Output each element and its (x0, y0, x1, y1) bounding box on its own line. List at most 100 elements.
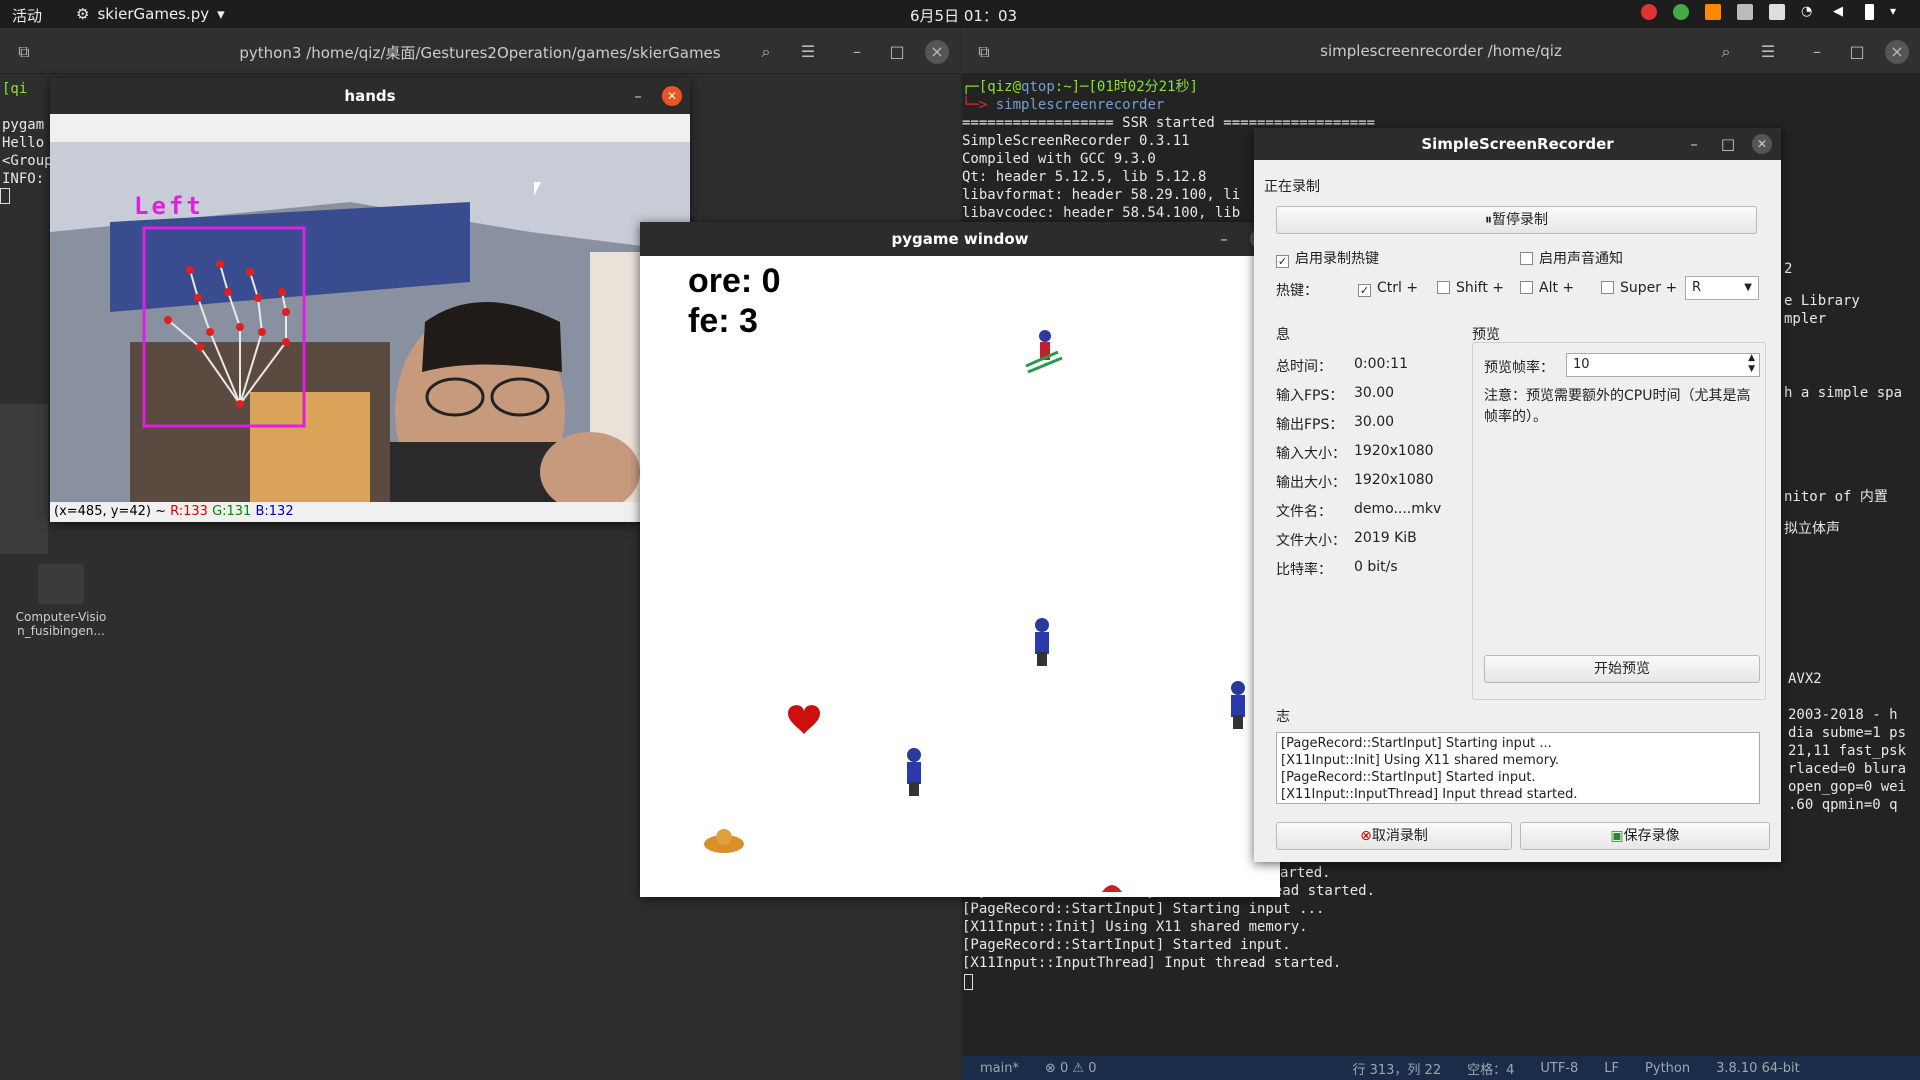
clock[interactable]: 6月5日 01：03 (910, 5, 1017, 26)
terminal-cursor (0, 188, 10, 204)
terminal-line: Qt: header 5.12.5, lib 5.12.8 (962, 169, 1207, 185)
stat-value: 30.00 (1354, 414, 1395, 430)
stat-value: 2019 KiB (1354, 530, 1417, 546)
interpreter-label[interactable]: 3.8.10 64-bit (1716, 1061, 1800, 1076)
terminal-line: arted. (1280, 865, 1331, 881)
super-checkbox[interactable]: Super + (1601, 280, 1677, 296)
terminal-fragment: mpler (1784, 311, 1827, 327)
maximize-icon[interactable]: □ (1845, 40, 1869, 64)
enable-hotkey-label: 启用录制热键 (1295, 251, 1379, 267)
close-icon[interactable]: × (1885, 40, 1909, 64)
prompt-host: qtop (1021, 79, 1055, 95)
desktop-folder[interactable]: Computer-Visio n_fusibingen... (6, 564, 116, 638)
close-icon[interactable]: × (925, 40, 949, 64)
activities-button[interactable]: 活动 (12, 5, 42, 26)
language-label[interactable]: Python (1645, 1061, 1690, 1076)
maximize-icon[interactable]: □ (885, 40, 909, 64)
terminal-fragment: dia subme=1 ps (1788, 725, 1907, 741)
preview-rate-input[interactable]: 10 ▲ ▼ (1566, 353, 1760, 377)
camera-feed: Left (50, 142, 690, 502)
save-recording-button[interactable]: ▣保存录像 (1520, 822, 1770, 850)
terminal-fragment: nitor of 内置 (1784, 489, 1888, 505)
terminal-fragment: 2 (1784, 261, 1793, 277)
hands-titlebar[interactable]: hands – ✕ (50, 78, 690, 114)
terminal-right-titlebar[interactable]: ⧉ simplescreenrecorder /home/qiz ⌕ ☰ – □… (962, 28, 1920, 74)
battery-icon[interactable] (1865, 4, 1874, 20)
bell-icon[interactable] (1769, 4, 1785, 20)
vlc-icon[interactable] (1705, 4, 1721, 20)
minimize-icon[interactable]: – (628, 86, 648, 106)
close-icon[interactable]: ✕ (662, 86, 682, 106)
terminal-fragment: AVX2 (1788, 671, 1822, 687)
log-line: [X11Input::Init] Using X11 shared memory… (1281, 753, 1560, 768)
game-canvas (704, 330, 1245, 892)
eol-label[interactable]: LF (1604, 1061, 1619, 1076)
pygame-window: pygame window – ✕ ore: 0 fe: 3 (640, 222, 1280, 897)
terminal-line: Compiled with GCC 9.3.0 (962, 151, 1156, 167)
start-preview-button[interactable]: 开始预览 (1484, 655, 1760, 683)
ctrl-checkbox[interactable]: ✓ Ctrl + (1358, 280, 1418, 297)
preview-rate-value: 10 (1573, 357, 1590, 372)
terminal-line: [X11Input::InputThread] Input thread sta… (962, 955, 1342, 971)
log-line: [PageRecord::StartInput] Starting input … (1281, 736, 1552, 751)
terminal-line: [qi (2, 81, 28, 97)
stat-label: 输出FPS： (1276, 417, 1344, 433)
hotkey-key-value: R (1692, 280, 1702, 295)
terminal-left-titlebar[interactable]: ⧉ python3 /home/qiz/桌面/Gestures2Operatio… (0, 28, 960, 74)
cancel-recording-button[interactable]: ⊗取消录制 (1276, 822, 1512, 850)
minimize-icon[interactable]: – (1684, 134, 1704, 154)
app-menu[interactable]: ⚙ skierGames.py ▾ (76, 5, 225, 23)
volume-icon[interactable]: ◀ (1833, 4, 1849, 20)
hotkey-label: 热键： (1276, 283, 1318, 299)
preview-rate-label: 预览帧率： (1484, 360, 1554, 376)
terminal-line: INFO: (2, 171, 45, 187)
stat-value: 0:00:11 (1354, 356, 1408, 372)
ssr-window: SimpleScreenRecorder – □ ✕ 正在录制 ⏸暂停录制 ✓ 启… (1254, 128, 1781, 862)
prompt-user: qiz (987, 79, 1013, 95)
enable-hotkey-checkbox[interactable]: ✓ 启用录制热键 (1276, 248, 1379, 268)
stat-value: 1920x1080 (1354, 443, 1434, 459)
alt-checkbox[interactable]: Alt + (1520, 280, 1574, 296)
menu-icon[interactable]: ☰ (796, 40, 820, 64)
enable-sound-checkbox[interactable]: 启用声音通知 (1520, 248, 1623, 268)
minimize-icon[interactable]: – (845, 40, 869, 64)
folder-label: Computer-Visio n_fusibingen... (15, 610, 107, 638)
close-icon[interactable]: ✕ (1752, 134, 1772, 154)
drive-icon[interactable] (1737, 4, 1753, 20)
stat-label: 总时间： (1276, 359, 1332, 375)
chevron-down-icon[interactable]: ▾ (1890, 4, 1906, 20)
stat-label: 输入大小： (1276, 446, 1346, 462)
cursor-position[interactable]: 行 313，列 22 (1352, 1059, 1441, 1078)
save-icon: ▣ (1610, 828, 1624, 844)
ssr-titlebar[interactable]: SimpleScreenRecorder – □ ✕ (1254, 128, 1781, 160)
terminal-fragment: e Library (1784, 293, 1860, 309)
log-section-label: 志 (1276, 709, 1290, 725)
menu-icon[interactable]: ☰ (1756, 40, 1780, 64)
record-indicator-icon[interactable] (1641, 4, 1657, 20)
checkbox-icon (1520, 252, 1533, 265)
checkbox-icon: ✓ (1276, 255, 1289, 268)
shift-checkbox[interactable]: Shift + (1437, 280, 1504, 296)
terminal-line: libavformat: header 58.29.100, li (962, 187, 1241, 203)
encoding-label[interactable]: UTF-8 (1540, 1061, 1578, 1076)
terminal-line: pygam (2, 117, 45, 133)
log-box[interactable]: [PageRecord::StartInput] Starting input … (1276, 732, 1760, 804)
hands-window: hands – ✕ Left (x=485, y=42) ~ R:133 G:1… (50, 78, 690, 522)
chrome-icon[interactable] (1673, 4, 1689, 20)
spinner-icon[interactable]: ▲ ▼ (1748, 353, 1755, 375)
minimize-icon[interactable]: – (1805, 40, 1829, 64)
wifi-icon[interactable]: ◔ (1801, 4, 1817, 20)
branch-label[interactable]: main* (980, 1061, 1019, 1076)
editor-status-bar: main* ⊗ 0 ⚠ 0 行 313，列 22 空格：4 UTF-8 LF P… (962, 1056, 1920, 1080)
search-icon[interactable]: ⌕ (754, 40, 778, 64)
pixel-red: R:133 (170, 504, 208, 519)
pause-recording-button[interactable]: ⏸暂停录制 (1276, 206, 1757, 234)
indent-label[interactable]: 空格：4 (1467, 1059, 1514, 1078)
ctrl-label: Ctrl + (1377, 280, 1419, 296)
hotkey-key-select[interactable]: R ▼ (1685, 276, 1759, 300)
problems-label[interactable]: ⊗ 0 ⚠ 0 (1045, 1061, 1097, 1076)
maximize-icon[interactable]: □ (1718, 134, 1738, 154)
prompt-path: ~ (1063, 79, 1072, 95)
search-icon[interactable]: ⌕ (1714, 40, 1738, 64)
enable-sound-label: 启用声音通知 (1539, 251, 1623, 267)
